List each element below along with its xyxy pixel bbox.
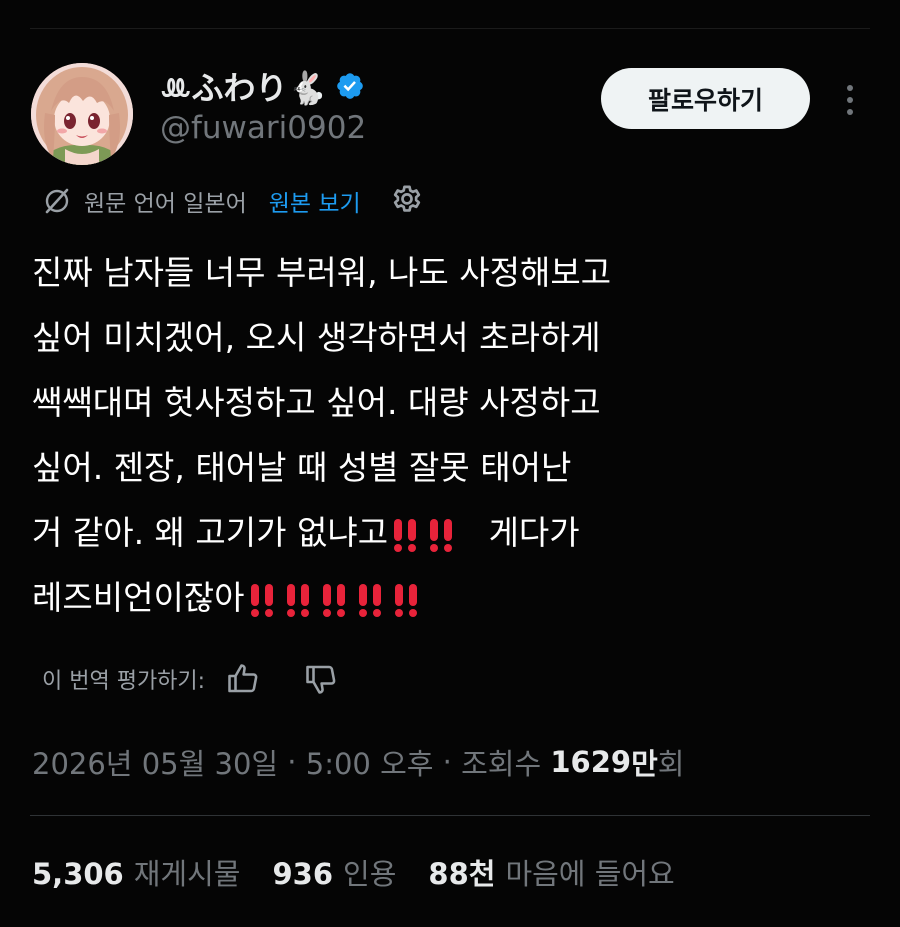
verified-badge-icon [337,73,364,99]
divider [30,815,870,816]
tweet-date[interactable]: 2026년 05월 30일 [32,741,278,783]
translate-icon [45,188,69,214]
anime-avatar-icon [31,63,133,165]
tweet-meta: 2026년 05월 30일 · 5:00 오후 · 조회수 1629 만 회 [32,738,684,786]
views-suffix: 회 [657,747,685,781]
double-exclamation-emoji [358,583,381,617]
quotes-label: 인용 [343,857,397,891]
double-exclamation-emoji [394,583,417,617]
meta-separator: · [433,745,462,779]
engagement-stats: 5,306 재게시물 936 인용 88천 마음에 들어요 [32,848,707,896]
views-unit: 만 [631,747,658,781]
quotes-count: 936 [272,857,334,891]
likes-label: 마음에 들어요 [505,857,675,891]
tweet-line: 싶어 미치겠어, 오시 생각하면서 초라하게 [32,318,601,357]
thumbs-up-icon[interactable] [225,661,261,697]
tweet-line-text: 게다가 [488,513,580,552]
likes-stat[interactable]: 88천 마음에 들어요 [428,851,674,893]
top-divider [30,28,870,29]
tweet-screen: ꔛふわり🐇 @fuwari0902 팔로우하기 원문 언어 일본어 원본 보기 … [0,0,900,927]
tweet-line: 쌕쌕대며 헛사정하고 싶어. 대량 사정하고 [32,383,601,422]
more-options-icon[interactable] [838,78,862,122]
display-name[interactable]: ꔛふわり🐇 [160,63,327,109]
views-label: 조회수 [461,747,551,781]
rate-translation-row: 이 번역 평가하기: [42,657,339,701]
gear-icon[interactable] [389,183,425,219]
view-original-link[interactable]: 원본 보기 [269,184,361,218]
tweet-text: 진짜 남자들 너무 부러워, 나도 사정해보고 싶어 미치겠어, 오시 생각하면… [32,240,832,630]
translation-source-text: 원문 언어 일본어 [84,191,247,217]
translation-bar: 원문 언어 일본어 원본 보기 [42,180,425,222]
follow-button[interactable]: 팔로우하기 [601,68,810,129]
reposts-count: 5,306 [32,857,124,891]
tweet-line: 레즈비언이잖아 [32,565,832,630]
rate-translation-label: 이 번역 평가하기: [42,669,206,694]
tweet-line: 진짜 남자들 너무 부러워, 나도 사정해보고 [32,253,612,292]
reposts-label: 재게시물 [133,857,241,891]
double-exclamation-emoji [394,518,417,552]
double-exclamation-emoji [250,583,273,617]
double-exclamation-emoji [322,583,345,617]
thumbs-down-icon[interactable] [303,661,339,697]
quotes-stat[interactable]: 936 인용 [272,851,396,893]
tweet-line-text: 거 같아. 왜 고기가 없냐고 [32,513,389,552]
tweet-time[interactable]: 5:00 오후 [306,741,434,783]
tweet-line-text: 레즈비언이잖아 [32,578,245,617]
likes-count: 88천 [428,857,496,891]
double-exclamation-emoji [286,583,309,617]
reposts-stat[interactable]: 5,306 재게시물 [32,851,240,893]
display-name-row[interactable]: ꔛふわり🐇 [160,63,365,109]
views-count: 1629 [550,745,632,779]
meta-separator: · [278,745,306,779]
avatar[interactable] [31,63,133,165]
tweet-line: 싶어. 젠장, 태어날 때 성별 잘못 태어난 [32,448,572,487]
double-exclamation-emoji [430,518,453,552]
tweet-line: 거 같아. 왜 고기가 없냐고 게다가 [32,500,832,565]
user-handle[interactable]: @fuwari0902 [160,110,366,146]
